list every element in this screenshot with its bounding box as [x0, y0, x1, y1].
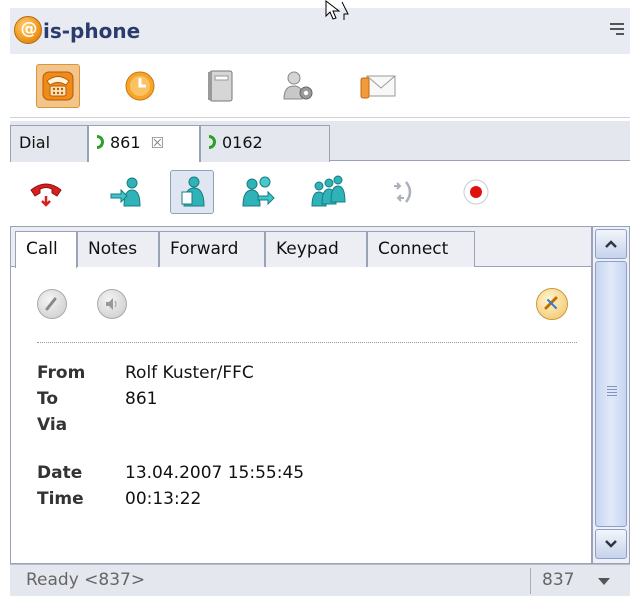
mic-icon	[45, 297, 57, 311]
park-button[interactable]	[380, 170, 424, 214]
phone-icon	[42, 71, 74, 101]
transfer-icon	[110, 177, 141, 207]
call-tabs-bar: Dial 861 ☒ 0162	[10, 121, 630, 162]
status-text: Ready <837>	[26, 570, 146, 590]
call-action-toolbar	[10, 162, 630, 224]
forward-user-icon	[242, 176, 275, 207]
date-value: 13.04.2007 15:55:45	[125, 463, 305, 483]
record-icon	[463, 179, 489, 205]
scroll-down-button[interactable]	[595, 529, 627, 559]
settings-button[interactable]	[276, 64, 320, 108]
speaker-icon	[106, 298, 117, 310]
tab-call-861-label: 861	[110, 133, 141, 152]
phonebook-button[interactable]	[198, 64, 242, 108]
detail-tabs: Call Notes Forward Keypad Connect	[11, 227, 591, 268]
park-icon	[394, 181, 412, 203]
hangup-button[interactable]	[24, 170, 68, 214]
status-bar: Ready <837> 837	[10, 564, 630, 596]
is-phone-window: @ is-phone Dial 861 ☒ 0162 Call Notes Fo…	[0, 0, 630, 596]
app-logo: @	[14, 16, 42, 44]
logo-glyph: @	[20, 19, 38, 39]
conference-icon	[311, 175, 346, 207]
hangup-icon	[30, 183, 62, 207]
mail-icon	[360, 75, 396, 99]
history-button[interactable]	[118, 64, 162, 108]
status-divider	[530, 568, 531, 594]
chevron-up-icon	[605, 240, 617, 248]
dropdown-arrow-icon[interactable]	[598, 578, 610, 585]
tab-forward[interactable]: Forward	[159, 231, 265, 267]
time-label: Time	[37, 489, 84, 509]
extension-select[interactable]: 837	[542, 570, 574, 590]
time-value: 00:13:22	[125, 489, 202, 509]
scroll-up-button[interactable]	[595, 229, 627, 259]
record-button[interactable]	[454, 170, 498, 214]
call-active-icon	[97, 135, 104, 149]
tab-connect[interactable]: Connect	[367, 231, 475, 267]
scroll-thumb[interactable]	[595, 261, 627, 527]
settings-user-icon	[283, 71, 313, 100]
call-active-icon	[209, 135, 216, 149]
app-title: is-phone	[43, 19, 141, 43]
drop-call-button[interactable]	[536, 288, 568, 320]
date-label: Date	[37, 463, 83, 483]
via-label: Via	[37, 415, 68, 435]
speaker-button[interactable]	[97, 289, 127, 319]
menu-icon[interactable]	[610, 23, 624, 39]
grip-icon	[607, 386, 617, 398]
messages-button[interactable]	[356, 64, 400, 108]
from-label: From	[37, 363, 86, 383]
tab-notes[interactable]: Notes	[77, 231, 159, 267]
tab-call[interactable]: Call	[15, 231, 77, 268]
clock-icon	[125, 71, 155, 101]
phone-button[interactable]	[36, 64, 80, 108]
separator	[37, 342, 577, 343]
book-icon	[208, 70, 233, 102]
close-tab-icon[interactable]: ☒	[151, 134, 164, 152]
transfer-button[interactable]	[104, 170, 148, 214]
drop-call-icon	[544, 296, 558, 310]
conference-button[interactable]	[306, 170, 350, 214]
title-bar: @ is-phone	[10, 8, 630, 54]
forward-user-button[interactable]	[236, 170, 280, 214]
from-value: Rolf Kuster/FFC	[125, 363, 254, 383]
call-detail-panel: Call Notes Forward Keypad Connect From R…	[10, 226, 592, 564]
chevron-down-icon	[605, 540, 617, 548]
main-toolbar	[10, 54, 630, 118]
tab-call-0162-label: 0162	[222, 133, 263, 152]
tab-dial-label: Dial	[19, 133, 51, 152]
vertical-scrollbar[interactable]	[592, 226, 630, 564]
tab-call-0162[interactable]: 0162	[200, 125, 330, 162]
to-label: To	[37, 389, 59, 409]
hold-button[interactable]	[170, 170, 214, 214]
to-value: 861	[125, 389, 158, 409]
tab-keypad[interactable]: Keypad	[265, 231, 367, 267]
hold-icon	[181, 176, 205, 207]
mic-button[interactable]	[37, 289, 67, 319]
cursor-icon	[325, 0, 349, 20]
tab-call-861[interactable]: 861 ☒	[88, 125, 200, 162]
tab-dial[interactable]: Dial	[10, 125, 88, 162]
